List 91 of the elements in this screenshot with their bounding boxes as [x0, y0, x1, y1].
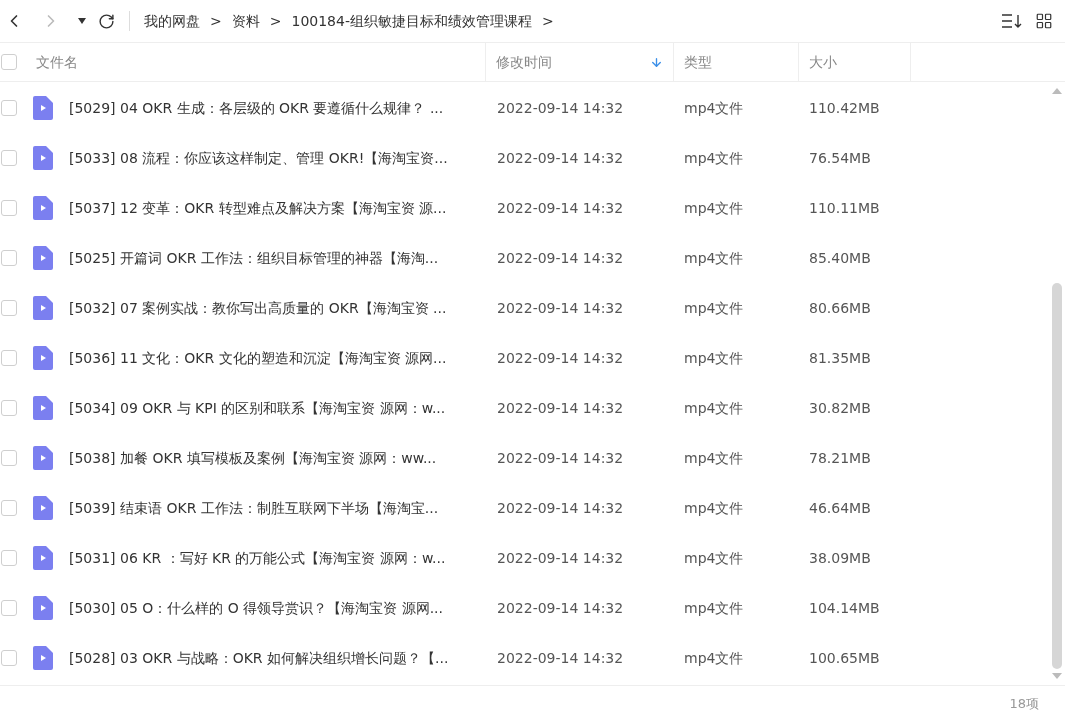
file-name[interactable]: [5039] 结束语 OKR 工作法：制胜互联网下半场【海淘宝...: [69, 497, 486, 519]
checkbox[interactable]: [1, 350, 17, 366]
column-header[interactable]: 类型: [684, 51, 712, 73]
modified-time: 2022-09-14 14:32: [496, 648, 625, 668]
modified-time: 2022-09-14 14:32: [496, 198, 625, 218]
checkbox[interactable]: [1, 200, 17, 216]
column-header[interactable]: 修改时间: [496, 51, 552, 73]
checkbox[interactable]: [1, 500, 17, 516]
breadcrumb-separator: >: [541, 11, 554, 31]
file-size: 38.09MB: [808, 548, 872, 568]
checkbox[interactable]: [1, 450, 17, 466]
scroll-down-icon[interactable]: [1052, 673, 1062, 679]
file-name[interactable]: [5037] 12 变革：OKR 转型难点及解决方案【海淘宝资 源...: [69, 197, 486, 219]
file-name[interactable]: [5028] 03 OKR 与战略：OKR 如何解决组织增长问题？【...: [69, 647, 486, 669]
scrollbar-thumb[interactable]: [1052, 283, 1062, 669]
checkbox[interactable]: [1, 650, 17, 666]
column-header[interactable]: 文件名: [36, 51, 78, 73]
modified-time: 2022-09-14 14:32: [496, 448, 625, 468]
modified-time: 2022-09-14 14:32: [496, 248, 625, 268]
file-size: 85.40MB: [808, 248, 872, 268]
file-size: 46.64MB: [808, 498, 872, 518]
modified-time: 2022-09-14 14:32: [496, 348, 625, 368]
scroll-up-icon[interactable]: [1052, 88, 1062, 94]
video-file-icon: [33, 596, 53, 620]
grid-view-icon[interactable]: [1035, 12, 1053, 30]
video-file-icon: [33, 296, 53, 320]
checkbox[interactable]: [1, 100, 17, 116]
checkbox[interactable]: [1, 250, 17, 266]
file-type: mp4文件: [683, 248, 745, 268]
video-file-icon: [33, 546, 53, 570]
video-file-icon: [33, 246, 53, 270]
checkbox[interactable]: [1, 550, 17, 566]
file-type: mp4文件: [683, 498, 745, 518]
video-file-icon: [33, 396, 53, 420]
file-type: mp4文件: [683, 548, 745, 568]
checkbox[interactable]: [1, 300, 17, 316]
file-name[interactable]: [5029] 04 OKR 生成：各层级的 OKR 要遵循什么规律？ ...: [69, 97, 486, 119]
modified-time: 2022-09-14 14:32: [496, 298, 625, 318]
video-file-icon: [33, 446, 53, 470]
file-type: mp4文件: [683, 198, 745, 218]
breadcrumb-separator: >: [210, 11, 222, 31]
file-size: 78.21MB: [808, 448, 872, 468]
file-name[interactable]: [5025] 开篇词 OKR 工作法：组织目标管理的神器【海淘...: [69, 247, 486, 269]
file-name[interactable]: [5032] 07 案例实战：教你写出高质量的 OKR【海淘宝资 ...: [69, 297, 486, 319]
video-file-icon: [33, 346, 53, 370]
checkbox[interactable]: [1, 600, 17, 616]
file-type: mp4文件: [683, 348, 745, 368]
checkbox[interactable]: [1, 54, 17, 70]
sort-icon[interactable]: [1001, 13, 1023, 29]
file-size: 100.65MB: [808, 648, 881, 668]
checkbox[interactable]: [1, 150, 17, 166]
file-size: 80.66MB: [808, 298, 872, 318]
video-file-icon: [33, 196, 53, 220]
video-file-icon: [33, 146, 53, 170]
modified-time: 2022-09-14 14:32: [496, 548, 625, 568]
breadcrumb-item[interactable]: 100184-组织敏捷目标和绩效管理课程: [291, 10, 532, 32]
file-type: mp4文件: [683, 298, 745, 318]
file-size: 110.42MB: [808, 98, 881, 118]
column-header[interactable]: 大小: [809, 51, 837, 73]
file-type: mp4文件: [683, 598, 745, 618]
modified-time: 2022-09-14 14:32: [496, 98, 625, 118]
file-size: 81.35MB: [808, 348, 872, 368]
modified-time: 2022-09-14 14:32: [496, 148, 625, 168]
breadcrumb-separator: >: [269, 11, 282, 31]
file-type: mp4文件: [683, 148, 745, 168]
video-file-icon: [33, 496, 53, 520]
refresh-icon[interactable]: [98, 12, 115, 30]
video-file-icon: [33, 96, 53, 120]
file-name[interactable]: [5034] 09 OKR 与 KPI 的区别和联系【海淘宝资 源网：w...: [69, 397, 486, 419]
file-size: 76.54MB: [808, 148, 872, 168]
file-size: 30.82MB: [808, 398, 872, 418]
breadcrumb-item[interactable]: 资料: [231, 10, 260, 32]
file-name[interactable]: [5031] 06 KR ：写好 KR 的万能公式【海淘宝资 源网：w...: [69, 547, 486, 569]
video-file-icon: [33, 646, 53, 670]
file-name[interactable]: [5030] 05 O：什么样的 O 得领导赏识？【海淘宝资 源网...: [69, 597, 486, 619]
modified-time: 2022-09-14 14:32: [496, 498, 625, 518]
item-count: 18项: [1009, 695, 1039, 714]
dropdown-icon[interactable]: [78, 18, 86, 24]
file-type: mp4文件: [683, 398, 745, 418]
file-name[interactable]: [5033] 08 流程：你应该这样制定、管理 OKR!【海淘宝资...: [69, 147, 486, 169]
modified-time: 2022-09-14 14:32: [496, 398, 625, 418]
file-size: 104.14MB: [808, 598, 881, 618]
modified-time: 2022-09-14 14:32: [496, 598, 625, 618]
checkbox[interactable]: [1, 400, 17, 416]
file-type: mp4文件: [683, 98, 745, 118]
file-type: mp4文件: [683, 448, 745, 468]
file-name[interactable]: [5036] 11 文化：OKR 文化的塑造和沉淀【海淘宝资 源网...: [69, 347, 486, 369]
breadcrumb-item[interactable]: 我的网盘: [144, 10, 200, 32]
file-size: 110.11MB: [808, 198, 881, 218]
file-type: mp4文件: [683, 648, 745, 668]
file-name[interactable]: [5038] 加餐 OKR 填写模板及案例【海淘宝资 源网：ww...: [69, 447, 486, 469]
